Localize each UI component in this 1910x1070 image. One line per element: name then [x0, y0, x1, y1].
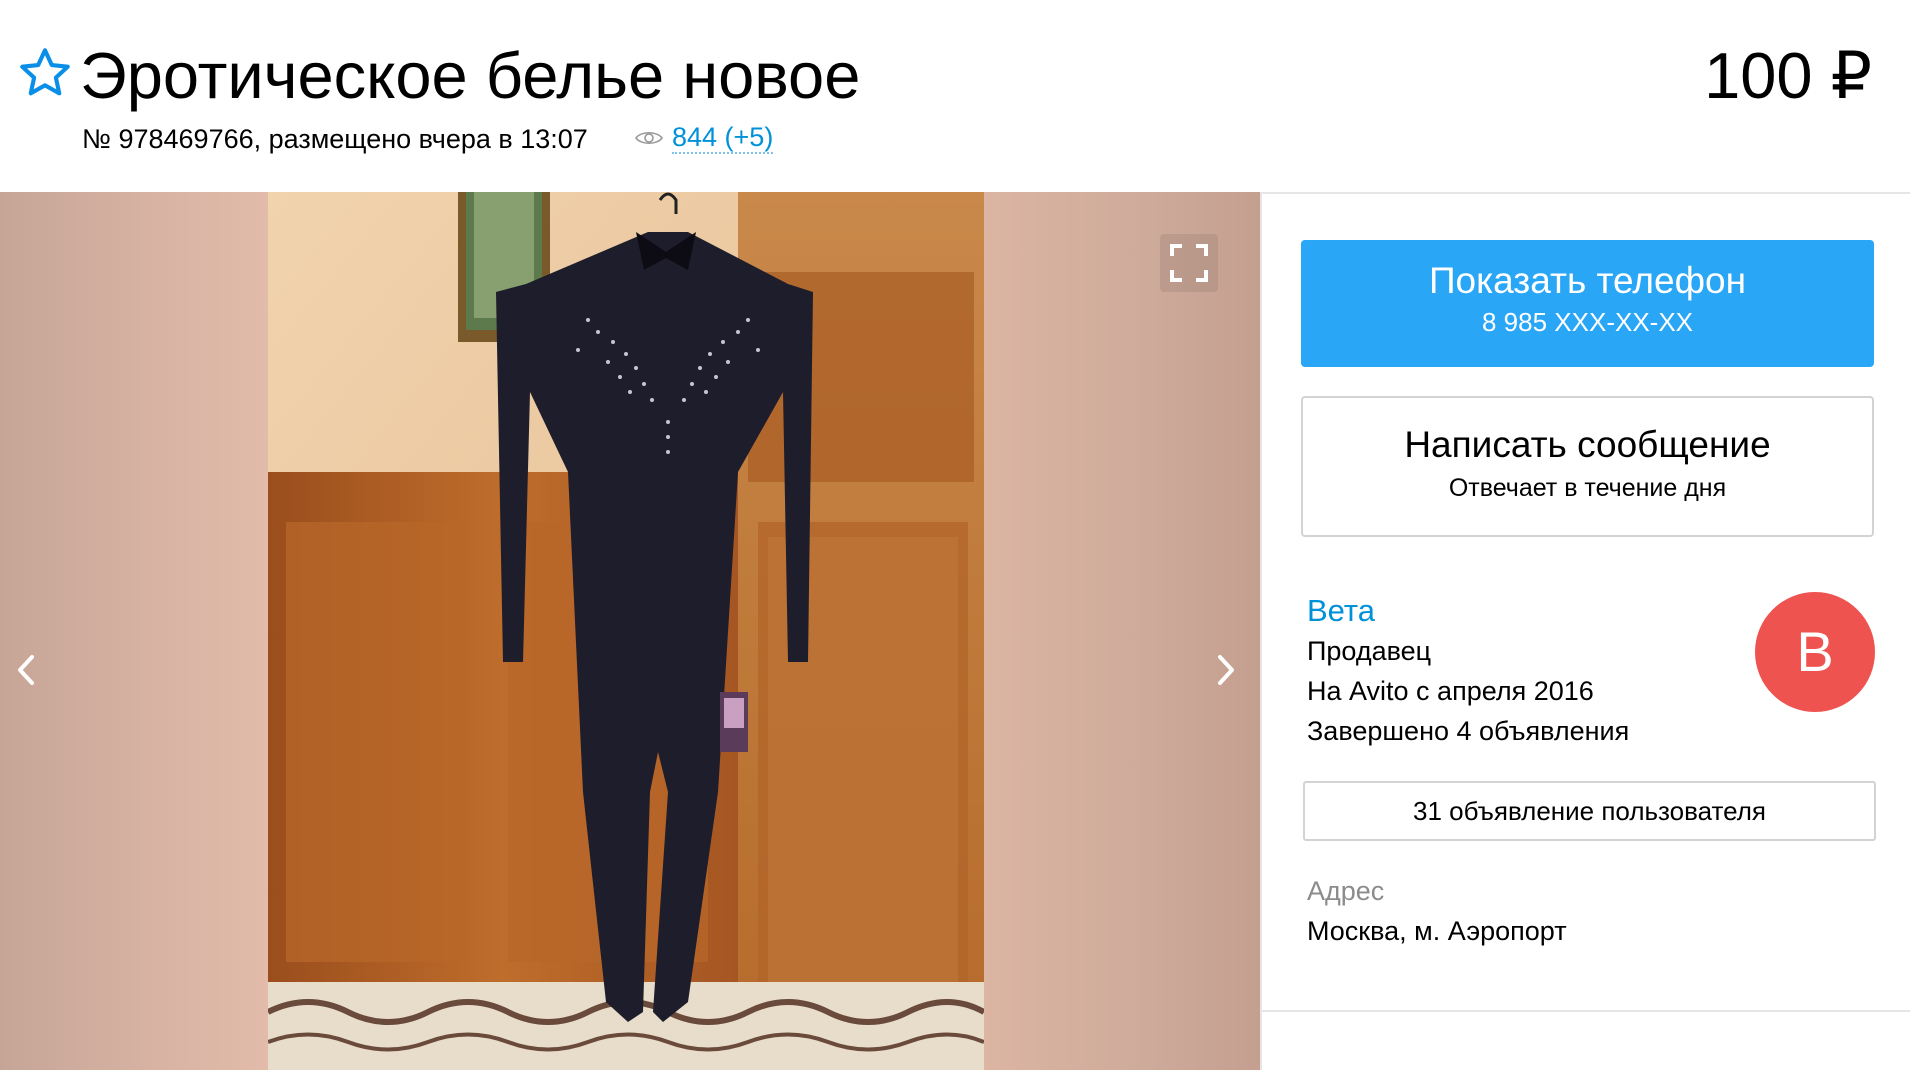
chevron-left-icon[interactable]	[8, 645, 42, 695]
listing-title: Эротическое белье новое	[80, 39, 861, 112]
star-outline-icon[interactable]	[16, 44, 74, 102]
seller-name-link[interactable]: Вета	[1307, 592, 1375, 630]
listing-header: Эротическое белье новое 100 ₽ № 97846976…	[0, 0, 1910, 192]
show-phone-label: Показать телефон	[1428, 260, 1747, 301]
phone-number-masked: 8 985 XXX-XX-XX	[1482, 307, 1693, 337]
seller-since: На Avito с апреля 2016	[1307, 676, 1594, 706]
views-count-link[interactable]: 844 (+5)	[672, 122, 774, 154]
write-message-label: Написать сообщение	[1404, 424, 1771, 465]
seller-completed: Завершено 4 объявления	[1307, 716, 1630, 746]
address-label: Адрес	[1307, 876, 1385, 906]
gallery-blur-left	[0, 192, 270, 1070]
write-message-button[interactable]: Написать сообщение Отвечает в течение дн…	[1301, 396, 1874, 537]
chevron-right-icon[interactable]	[1210, 645, 1244, 695]
listing-photo[interactable]	[268, 192, 984, 1070]
seller-role: Продавец	[1307, 636, 1432, 666]
listing-meta: № 978469766, размещено вчера в 13:07	[82, 124, 588, 154]
views-counter: 844 (+5)	[634, 122, 774, 154]
gallery-blur-right	[982, 192, 1260, 1070]
eye-icon	[635, 131, 663, 145]
response-time-note: Отвечает в течение дня	[1448, 474, 1727, 502]
user-ads-button[interactable]: 31 объявление пользователя	[1303, 781, 1876, 841]
fullscreen-icon[interactable]	[1160, 234, 1218, 292]
seller-avatar[interactable]: В	[1755, 592, 1875, 712]
sidebar-divider	[1262, 1010, 1910, 1012]
photo-gallery[interactable]	[0, 192, 1260, 1070]
address-value: Москва, м. Аэропорт	[1307, 916, 1567, 946]
show-phone-button[interactable]: Показать телефон 8 985 XXX-XX-XX	[1301, 240, 1874, 367]
listing-price: 100 ₽	[1704, 39, 1872, 112]
